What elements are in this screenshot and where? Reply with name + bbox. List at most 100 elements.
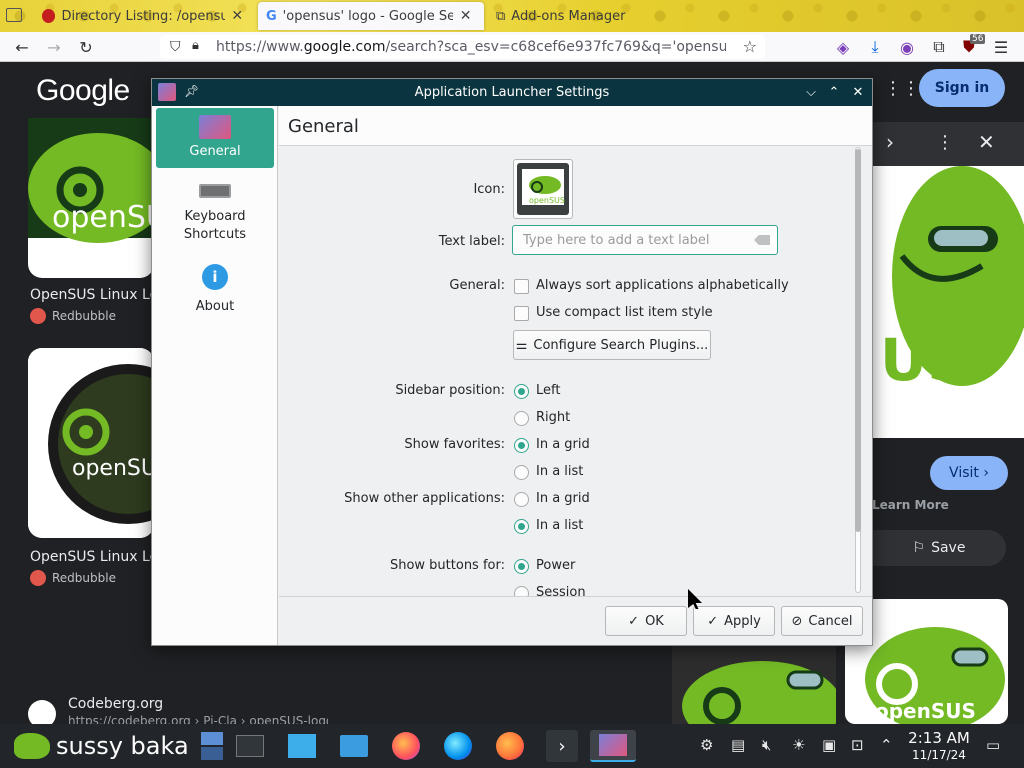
related-image[interactable] xyxy=(672,646,836,724)
cancel-button[interactable]: ⊘ Cancel xyxy=(781,606,863,636)
disk-icon[interactable]: ▣ xyxy=(822,736,836,754)
buttons-power-option[interactable]: Power xyxy=(536,558,575,573)
maximize-icon[interactable]: ⌃ xyxy=(825,83,843,101)
favorites-list-radio[interactable] xyxy=(514,465,529,480)
always-sort-checkbox[interactable] xyxy=(514,279,529,294)
text-label-label: Text label: xyxy=(438,234,505,249)
tab-overview-button[interactable] xyxy=(6,8,22,22)
minimize-icon[interactable]: ⌵ xyxy=(802,83,820,101)
configure-search-plugins-button[interactable]: ⚌ Configure Search Plugins... xyxy=(513,330,711,360)
buttons-session-option[interactable]: Session xyxy=(536,585,586,596)
result-title[interactable]: OpenSUS Linux Lo xyxy=(30,287,158,303)
buttons-session-radio[interactable] xyxy=(514,586,529,596)
tab-addons-manager[interactable]: ⧉ Add-ons Manager xyxy=(488,2,688,30)
more-options-icon[interactable]: ⋮ xyxy=(936,132,954,153)
volume-muted-icon[interactable]: 🔇︎ xyxy=(762,736,771,754)
other-apps-grid-radio[interactable] xyxy=(514,492,529,507)
lock-icon[interactable]: 🔒︎ xyxy=(192,38,199,53)
file-manager-icon[interactable] xyxy=(338,730,370,762)
preview-image[interactable]: US xyxy=(872,166,1024,438)
network-icon[interactable]: ⊡ xyxy=(851,736,864,754)
opensus-logo-image xyxy=(28,348,154,538)
launcher-settings-task-icon[interactable] xyxy=(590,730,636,762)
other-apps-list-option[interactable]: In a list xyxy=(536,518,583,533)
opensus-icon: openSUS xyxy=(517,163,569,215)
firefox-esr-icon[interactable] xyxy=(494,730,526,762)
other-apps-list-radio[interactable] xyxy=(514,519,529,534)
back-icon[interactable]: ← xyxy=(11,36,33,58)
page-header: General xyxy=(279,106,872,146)
tray-expand-icon[interactable]: ⌃ xyxy=(880,736,893,754)
compact-style-checkbox[interactable] xyxy=(514,306,529,321)
digital-clock[interactable]: 2:13 AM 11/17/24 xyxy=(904,730,974,764)
sidebar-left-radio[interactable] xyxy=(514,384,529,399)
puzzle-icon: ⧉ xyxy=(496,8,506,24)
firefox-icon[interactable] xyxy=(390,730,422,762)
firefox-dev-icon[interactable] xyxy=(442,730,474,762)
preview-text: US xyxy=(880,326,969,394)
sidebar-item-about[interactable]: i About xyxy=(156,262,274,318)
shield-icon[interactable]: ⛉ xyxy=(170,39,181,55)
extensions-icon[interactable]: ⧉ xyxy=(928,36,950,58)
sidebar-item-keyboard-shortcuts[interactable]: Keyboard Shortcuts xyxy=(156,180,274,250)
always-sort-option[interactable]: Always sort applications alphabetically xyxy=(536,278,789,293)
url-bar[interactable]: ⛉ 🔒︎ https://www.google.com/search?sca_e… xyxy=(160,35,765,59)
reload-icon[interactable]: ↻ xyxy=(75,36,97,58)
forward-icon[interactable]: → xyxy=(43,36,65,58)
next-icon[interactable]: › xyxy=(886,130,894,154)
sidebar-item-general[interactable]: General xyxy=(156,108,274,168)
favorites-grid-option[interactable]: In a grid xyxy=(536,437,590,452)
close-icon[interactable]: ✕ xyxy=(849,83,867,101)
application-launcher-button[interactable]: sussy baka xyxy=(14,730,189,762)
result-thumbnail[interactable]: openSU xyxy=(28,118,154,278)
text-label-input[interactable] xyxy=(512,225,778,255)
sidebar-right-radio[interactable] xyxy=(514,411,529,426)
ok-button[interactable]: ✓ OK xyxy=(605,606,687,636)
google-logo[interactable]: Google xyxy=(36,74,130,108)
close-icon[interactable]: ✕ xyxy=(459,8,473,24)
compact-style-option[interactable]: Use compact list item style xyxy=(536,305,713,320)
apply-button[interactable]: ✓ Apply xyxy=(693,606,775,636)
learn-more-link[interactable]: Learn More xyxy=(872,498,949,512)
favorites-list-option[interactable]: In a list xyxy=(536,464,583,479)
cancel-icon: ⊘ xyxy=(791,613,803,629)
favorites-grid-radio[interactable] xyxy=(514,438,529,453)
show-desktop-icon[interactable]: ▭ xyxy=(986,736,1000,754)
dialog-titlebar[interactable]: 📌︎ Application Launcher Settings ⌵ ⌃ ✕ xyxy=(152,79,872,106)
close-icon[interactable]: ✕ xyxy=(231,8,244,24)
check-icon: ✓ xyxy=(707,613,719,629)
scrollbar-thumb[interactable] xyxy=(855,149,861,532)
result-source[interactable]: Redbubble xyxy=(30,308,116,324)
sign-in-button[interactable]: Sign in xyxy=(919,69,1005,107)
preview-toolbar: › ⋮ ✕ xyxy=(872,122,1024,170)
kdeconnect-icon[interactable]: ⚙ xyxy=(700,736,713,754)
system-settings-icon[interactable] xyxy=(234,730,266,762)
tab-directory-listing[interactable]: Directory Listing: /opensus ✕ xyxy=(34,2,252,30)
discover-icon[interactable] xyxy=(286,730,318,762)
form-scrollbar[interactable] xyxy=(852,147,862,595)
clipboard-icon[interactable]: ▤ xyxy=(731,736,745,754)
save-button[interactable]: ⚐ Save xyxy=(872,530,1006,566)
other-apps-grid-option[interactable]: In a grid xyxy=(536,491,590,506)
url-text[interactable]: https://www.google.com/search?sca_esv=c6… xyxy=(216,39,726,55)
bookmark-star-icon[interactable]: ☆ xyxy=(743,37,757,56)
pager-icon[interactable] xyxy=(196,730,228,762)
close-icon[interactable]: ✕ xyxy=(978,130,995,154)
pocket-icon[interactable]: ◈ xyxy=(832,36,854,58)
result-title[interactable]: OpenSUS Linux Lo xyxy=(30,549,158,565)
codeberg-title[interactable]: Codeberg.org xyxy=(68,696,163,712)
tab-google-search[interactable]: G 'opensus' logo - Google Se ✕ xyxy=(258,2,484,30)
account-icon[interactable]: ◉ xyxy=(896,36,918,58)
icon-picker-button[interactable]: openSUS xyxy=(513,159,573,219)
brightness-icon[interactable]: ☀ xyxy=(792,736,805,754)
downloads-icon[interactable]: ⤓ xyxy=(864,36,886,58)
result-source[interactable]: Redbubble xyxy=(30,570,116,586)
visit-button[interactable]: Visit › xyxy=(930,456,1008,490)
sidebar-left-option[interactable]: Left xyxy=(536,383,560,398)
buttons-power-radio[interactable] xyxy=(514,559,529,574)
result-thumbnail[interactable]: openSU xyxy=(28,348,154,538)
sidebar-right-option[interactable]: Right xyxy=(536,410,570,425)
menu-icon[interactable]: ☰ xyxy=(990,36,1012,58)
terminal-icon[interactable]: › xyxy=(546,730,578,762)
launcher-label: sussy baka xyxy=(56,732,189,760)
